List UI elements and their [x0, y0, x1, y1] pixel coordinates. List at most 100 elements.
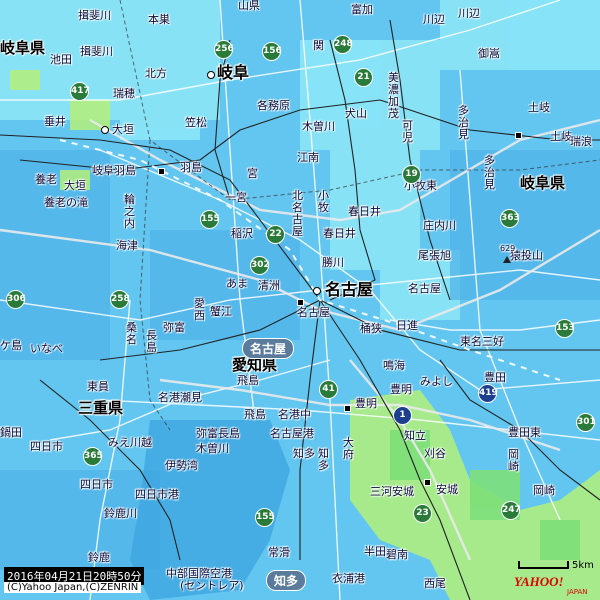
- route-shield-icon: 21: [354, 68, 373, 87]
- expressway-shield-icon: 419: [478, 384, 498, 403]
- place-label: 可児: [402, 119, 413, 144]
- station-marker: [424, 479, 431, 486]
- place-label: 飛島: [237, 374, 259, 387]
- place-label: 養老の滝: [44, 196, 88, 209]
- place-label: (セントレア): [180, 579, 244, 592]
- place-label: 四日市港: [135, 488, 179, 501]
- route-shield-icon: 19: [402, 165, 421, 184]
- copyright: (C)Yahoo Japan,(C)ZENRIN: [4, 582, 142, 593]
- route-shield-icon: 23: [413, 504, 432, 523]
- place-label: 揖斐川: [80, 45, 113, 58]
- place-label: 大垣: [64, 179, 86, 192]
- place-label: 川辺: [458, 7, 480, 20]
- place-label: 大垣: [112, 123, 134, 136]
- place-label: 豊明: [355, 397, 377, 410]
- place-label: 伊勢湾: [165, 459, 198, 472]
- place-label: 本巣: [148, 13, 170, 26]
- place-label: あま: [226, 277, 248, 290]
- rain-radar-map[interactable]: 揖斐川 本巣 山県 関 富加 川辺 川辺 池田 揖斐川 北方 岐阜 美濃加茂 御…: [0, 0, 600, 600]
- place-label: 庄内川: [423, 219, 456, 232]
- place-label: 垂井: [44, 115, 66, 128]
- place-label: 瑞穂: [113, 87, 135, 100]
- place-label: 岐阜羽島: [92, 164, 136, 177]
- place-label: 勝川: [322, 256, 344, 269]
- place-label: 東員: [87, 380, 109, 393]
- route-shield-icon: 41: [319, 380, 338, 399]
- route-shield-icon: 155: [200, 210, 220, 229]
- place-label: 清洲: [258, 279, 280, 292]
- route-shield-icon: 248: [333, 35, 353, 54]
- place-label: 海津: [116, 239, 138, 252]
- expressway-shield-icon: 1: [393, 406, 412, 425]
- place-label: 土岐: [528, 101, 550, 114]
- place-label: 名港潮見: [158, 391, 202, 404]
- prefecture-label: 三重県: [78, 399, 124, 417]
- place-label: 多治見: [458, 104, 469, 141]
- place-label: 刈谷: [424, 447, 446, 460]
- route-shield-icon: 363: [500, 209, 520, 228]
- place-label: 豊明: [390, 383, 412, 396]
- place-label: 川辺: [423, 13, 445, 26]
- city-marker: [101, 126, 109, 134]
- place-label: 輪之内: [124, 193, 135, 230]
- place-label: 江南: [297, 151, 319, 164]
- mountain-height: 629: [500, 244, 516, 253]
- place-label: 東名三好: [460, 335, 504, 348]
- place-label: 岡崎: [508, 448, 519, 473]
- prefecture-label: 岐阜県: [0, 39, 46, 57]
- place-label: 北名古屋: [292, 189, 303, 238]
- route-shield-icon: 247: [501, 501, 521, 520]
- place-label: 鈴鹿川: [104, 507, 137, 520]
- place-label: 関: [313, 39, 324, 52]
- place-label: 春日井: [323, 227, 356, 240]
- place-label: 木曽川: [302, 120, 335, 133]
- station-marker: [344, 405, 351, 412]
- place-label: 西尾: [424, 577, 446, 590]
- place-label: 大府: [343, 436, 354, 461]
- place-label: 御嵩: [478, 47, 500, 60]
- place-label: 名港中: [278, 408, 311, 421]
- place-label: 多治見: [484, 154, 495, 191]
- prefecture-label: 岐阜県: [520, 174, 566, 192]
- route-shield-icon: 306: [6, 290, 26, 309]
- city-marker: [313, 287, 321, 295]
- route-shield-icon: 365: [83, 447, 103, 466]
- place-label: 笠松: [185, 116, 207, 129]
- place-label: 半田: [364, 545, 386, 558]
- place-label: 飛島: [244, 408, 266, 421]
- place-label: 安城: [436, 483, 458, 496]
- route-shield-icon: 256: [214, 40, 234, 59]
- place-label: 各務原: [257, 99, 290, 112]
- place-label: 三河安城: [370, 485, 414, 498]
- place-label: 愛西: [194, 297, 205, 322]
- route-shield-icon: 22: [266, 225, 285, 244]
- city-marker: [207, 71, 215, 79]
- place-label: 知多: [318, 447, 329, 472]
- station-marker: [297, 299, 304, 306]
- place-label: 羽島: [180, 161, 202, 174]
- place-label: 富加: [351, 3, 373, 16]
- yahoo-logo[interactable]: YAHOO!: [514, 574, 564, 590]
- place-label: 衣浦港: [332, 572, 365, 585]
- mountain-icon: [503, 256, 511, 263]
- area-badge-chita: 知多: [266, 570, 307, 591]
- place-label: 木曽川: [196, 442, 229, 455]
- place-label: 弥富: [163, 321, 185, 334]
- place-label: 山県: [238, 0, 260, 12]
- scale-bar: [518, 561, 569, 569]
- route-shield-icon: 302: [250, 256, 270, 275]
- place-label: 桶狭: [360, 322, 382, 335]
- place-label: 北方: [145, 67, 167, 80]
- route-shield-icon: 153: [555, 319, 575, 338]
- place-label: 知多: [293, 447, 315, 460]
- route-shield-icon: 301: [576, 413, 596, 432]
- place-label: 一宮: [225, 191, 247, 204]
- place-label: 土岐: [550, 130, 572, 143]
- city-label-gifu: 岐阜: [217, 63, 250, 82]
- place-label: 豊田: [484, 371, 506, 384]
- place-label: 知立: [404, 429, 426, 442]
- place-label: みえ川越: [108, 436, 152, 449]
- place-label: 揖斐川: [78, 9, 111, 22]
- place-label: ケ島: [0, 339, 22, 352]
- place-label: 尾張旭: [418, 249, 451, 262]
